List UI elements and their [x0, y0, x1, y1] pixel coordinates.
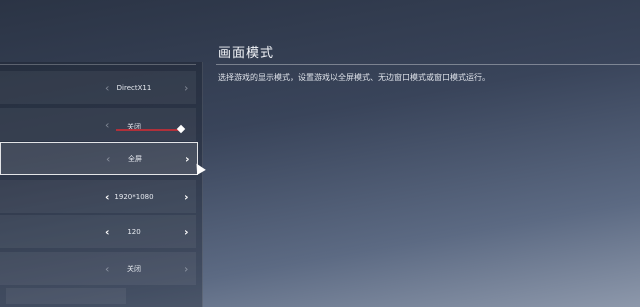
detail-title: 画面模式 — [218, 46, 275, 61]
title-divider — [216, 64, 640, 65]
watermark-logo — [6, 288, 126, 304]
setting-value: DirectX11 — [116, 83, 152, 92]
setting-row-toggle[interactable]: ‹ 关闭 › — [0, 252, 196, 285]
list-divider — [0, 64, 196, 65]
chevron-right-icon[interactable]: › — [184, 191, 189, 202]
setting-value: 1920*1080 — [114, 192, 154, 201]
setting-row-display-mode[interactable]: ‹ 全屏 › — [0, 142, 198, 175]
slider-track[interactable] — [116, 129, 182, 131]
chevron-right-icon[interactable]: › — [185, 153, 190, 164]
setting-row-frame-rate[interactable]: ‹ 120 › — [0, 215, 196, 248]
setting-row-render-api[interactable]: ‹ DirectX11 › — [0, 71, 196, 104]
setting-value: 全屏 — [128, 154, 142, 163]
chevron-right-icon[interactable]: › — [184, 263, 188, 274]
setting-value: 关闭 — [127, 264, 141, 273]
detail-description: 选择游戏的显示模式，设置游戏以全屏模式、无边窗口模式或窗口模式运行。 — [218, 73, 490, 82]
setting-value: 120 — [127, 227, 141, 236]
setting-row-resolution[interactable]: ‹ 1920*1080 › — [0, 180, 196, 213]
chevron-right-icon[interactable]: › — [184, 82, 188, 93]
chevron-right-icon[interactable]: › — [184, 226, 189, 237]
setting-row-slider[interactable]: ‹ 关闭 — [0, 108, 196, 141]
